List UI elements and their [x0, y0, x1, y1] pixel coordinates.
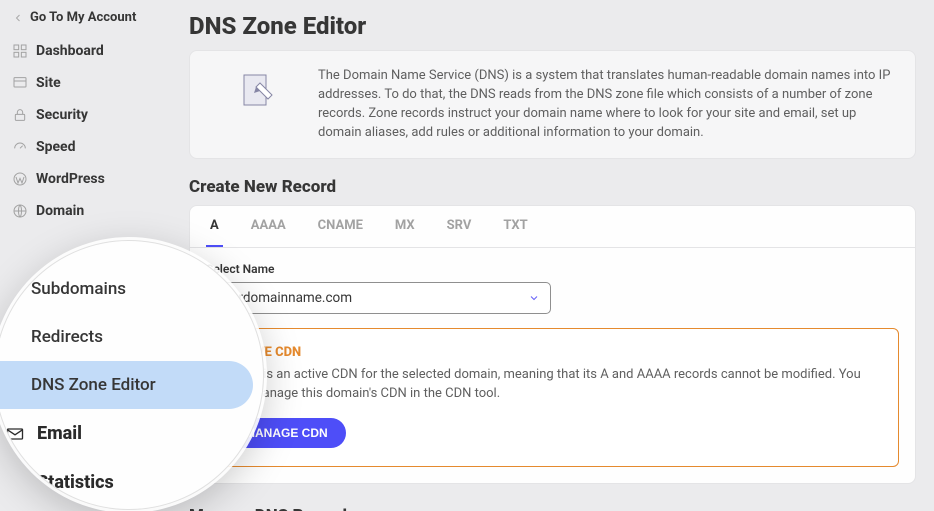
- back-label: Go To My Account: [30, 10, 136, 25]
- globe-icon: [12, 203, 28, 219]
- subnav-redirects[interactable]: Redirects: [0, 313, 263, 361]
- back-to-account-link[interactable]: Go To My Account: [8, 4, 175, 35]
- speed-icon: [12, 139, 28, 155]
- nav-domain[interactable]: Domain: [8, 195, 175, 227]
- nav-label: Dashboard: [36, 43, 104, 59]
- nav-email-magnified[interactable]: Email: [0, 409, 263, 458]
- active-cdn-notice: ACTIVE CDN There is an active CDN for th…: [206, 328, 899, 467]
- nav-dashboard[interactable]: Dashboard: [8, 35, 175, 67]
- nav-label: Domain: [36, 203, 84, 219]
- nav-statistics-magnified[interactable]: Statistics: [0, 458, 263, 507]
- main-content: DNS Zone Editor The Domain Name Service …: [175, 0, 934, 511]
- nav-site[interactable]: Site: [8, 67, 175, 99]
- sidebar-magnifier: Subdomains Redirects DNS Zone Editor Ema…: [0, 240, 264, 510]
- chevron-down-icon: [528, 292, 540, 304]
- subnav-subdomains[interactable]: Subdomains: [0, 265, 263, 313]
- arrow-left-icon: [12, 12, 24, 24]
- lock-icon: [12, 107, 28, 123]
- nav-email-label: Email: [37, 423, 82, 444]
- cdn-notice-title: ACTIVE CDN: [227, 345, 878, 360]
- nav-stats-label: Statistics: [37, 472, 114, 493]
- page-title: DNS Zone Editor: [189, 12, 916, 40]
- tab-txt[interactable]: TXT: [499, 206, 531, 247]
- site-icon: [12, 75, 28, 91]
- subnav-dns-zone-editor[interactable]: DNS Zone Editor: [0, 361, 253, 409]
- nav-wordpress[interactable]: WordPress: [8, 163, 175, 195]
- record-type-tabs: A AAAA CNAME MX SRV TXT: [190, 206, 915, 248]
- cdn-notice-text: There is an active CDN for the selected …: [227, 366, 878, 404]
- create-record-title: Create New Record: [189, 177, 916, 197]
- stats-icon: [5, 473, 25, 493]
- select-name-label: Select Name: [206, 262, 899, 276]
- nav-label: WordPress: [36, 171, 105, 187]
- nav-label: Security: [36, 107, 88, 123]
- info-text: The Domain Name Service (DNS) is a syste…: [318, 67, 891, 142]
- tab-srv[interactable]: SRV: [443, 206, 476, 247]
- nav-label: Speed: [36, 139, 76, 155]
- tab-mx[interactable]: MX: [391, 206, 419, 247]
- document-edit-icon: [238, 71, 278, 111]
- nav-label: Site: [36, 75, 61, 91]
- dashboard-icon: [12, 43, 28, 59]
- mail-icon: [5, 424, 25, 444]
- info-card: The Domain Name Service (DNS) is a syste…: [189, 50, 916, 159]
- create-record-card: A AAAA CNAME MX SRV TXT Select Name your…: [189, 205, 916, 484]
- tab-cname[interactable]: CNAME: [314, 206, 367, 247]
- nav-security[interactable]: Security: [8, 99, 175, 131]
- nav-speed[interactable]: Speed: [8, 131, 175, 163]
- wordpress-icon: [12, 171, 28, 187]
